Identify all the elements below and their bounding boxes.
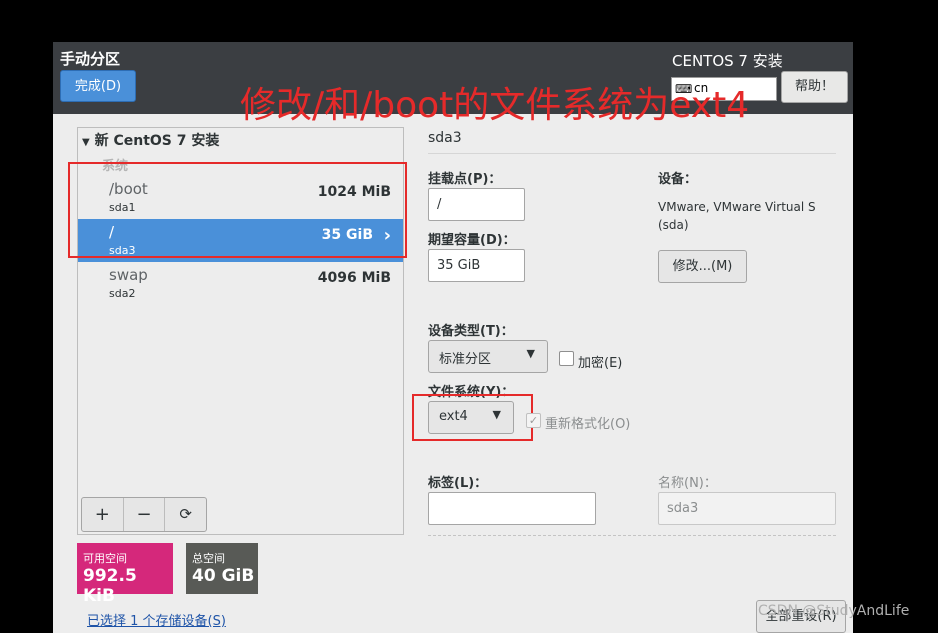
selected-storage-devices-link[interactable]: 已选择 1 个存储设备(S) bbox=[87, 610, 226, 629]
device-value-secondary: (sda) bbox=[658, 218, 689, 232]
detail-title: sda3 bbox=[428, 130, 462, 146]
modify-button[interactable]: 修改...(M) bbox=[658, 250, 747, 283]
total-space-tile: 总空间 40 GiB bbox=[186, 543, 258, 594]
refresh-button[interactable]: ⟳ bbox=[165, 498, 206, 531]
available-space-tile: 可用空间 992.5 KiB bbox=[77, 543, 173, 606]
partition-toolbar: + − ⟳ bbox=[81, 497, 207, 532]
device-type-dropdown[interactable]: 标准分区 ▼ bbox=[428, 340, 548, 373]
mount-point-input[interactable]: / bbox=[428, 188, 525, 221]
product-title: CENTOS 7 安装 bbox=[672, 52, 783, 70]
add-partition-button[interactable]: + bbox=[82, 498, 124, 531]
device-name: sda2 bbox=[109, 287, 136, 300]
device-label: 设备： bbox=[658, 172, 698, 187]
name-input: sda3 bbox=[658, 492, 836, 525]
available-space-label: 可用空间 bbox=[83, 552, 127, 565]
total-space-label: 总空间 bbox=[192, 552, 225, 565]
installation-tree-header[interactable]: ▼ 新 CentOS 7 安装 bbox=[82, 130, 219, 150]
device-type-value: 标准分区 bbox=[439, 352, 492, 367]
divider bbox=[428, 535, 836, 536]
annotation-highlight-rows bbox=[68, 162, 407, 258]
tag-label: 标签(L)： bbox=[428, 476, 488, 491]
annotation-highlight-filesystem bbox=[412, 394, 533, 441]
dropdown-arrow-icon: ▼ bbox=[526, 347, 535, 360]
partition-size: 4096 MiB bbox=[317, 270, 391, 286]
total-space-value: 40 GiB bbox=[192, 566, 255, 586]
remove-partition-button[interactable]: − bbox=[124, 498, 166, 531]
available-space-value: 992.5 KiB bbox=[83, 566, 137, 606]
mount-point-label: 挂载点(P)： bbox=[428, 172, 502, 187]
done-button[interactable]: 完成(D) bbox=[60, 70, 136, 102]
annotation-overlay-text: 修改/和/boot的文件系统为ext4 bbox=[240, 85, 750, 126]
help-button[interactable]: 帮助！ bbox=[781, 71, 848, 103]
desired-capacity-label: 期望容量(D)： bbox=[428, 233, 516, 248]
expander-triangle-icon: ▼ bbox=[82, 137, 90, 148]
reformat-label: 重新格式化(O) bbox=[545, 417, 631, 432]
tag-input[interactable] bbox=[428, 492, 596, 525]
page-title: 手动分区 bbox=[60, 50, 121, 68]
encrypt-checkbox[interactable] bbox=[559, 351, 574, 366]
device-value: VMware, VMware Virtual S bbox=[658, 200, 816, 214]
divider bbox=[428, 153, 836, 154]
installer-window: 手动分区 完成(D) CENTOS 7 安装 ⌨ cn 帮助！ ▼ 新 Cent… bbox=[53, 42, 853, 633]
partition-row-swap[interactable]: swap sda2 4096 MiB bbox=[78, 262, 403, 305]
mount-point-name: swap bbox=[109, 266, 148, 284]
encrypt-label: 加密(E) bbox=[578, 356, 623, 371]
desired-capacity-input[interactable]: 35 GiB bbox=[428, 249, 525, 282]
installation-name: 新 CentOS 7 安装 bbox=[94, 133, 220, 149]
reformat-checkbox[interactable]: ✓ bbox=[526, 413, 541, 428]
watermark-text: CSDN @StudyAndLife bbox=[758, 603, 910, 619]
name-label: 名称(N)： bbox=[658, 476, 717, 491]
device-type-label: 设备类型(T)： bbox=[428, 324, 514, 339]
